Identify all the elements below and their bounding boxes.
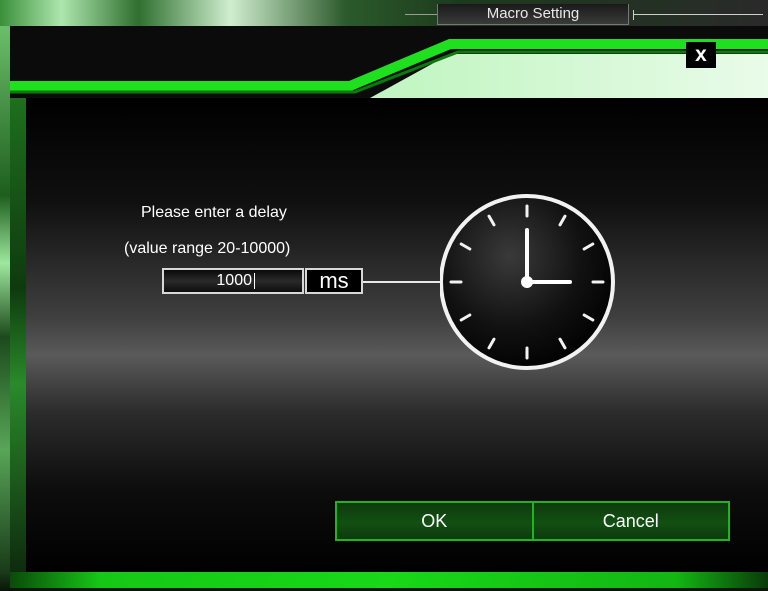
background-left-edge <box>0 26 10 591</box>
close-button[interactable]: x <box>686 42 716 68</box>
dialog-header: x <box>10 26 768 98</box>
dialog-buttons: OK Cancel <box>335 501 730 541</box>
clock-icon <box>440 194 615 370</box>
delay-prompt-label: Please enter a delay <box>141 204 287 221</box>
title-tick <box>633 10 634 20</box>
background-top-strip <box>0 0 768 26</box>
header-decoration <box>10 26 768 98</box>
title-divider-left <box>405 14 437 15</box>
ok-button[interactable]: OK <box>337 503 532 539</box>
clock-connector-line <box>363 281 445 283</box>
title-divider-right <box>633 14 763 15</box>
cancel-button[interactable]: Cancel <box>531 503 728 539</box>
dialog-left-bar <box>10 98 26 574</box>
value-range-label: (value range 20-10000) <box>124 240 291 257</box>
text-caret <box>254 273 255 289</box>
window-title: Macro Setting <box>437 4 629 25</box>
dialog-footer-bar <box>10 572 768 588</box>
unit-label: ms <box>305 268 363 294</box>
delay-dialog: x Please enter a delay (value range 20-1… <box>10 26 768 588</box>
delay-input[interactable] <box>162 268 304 294</box>
